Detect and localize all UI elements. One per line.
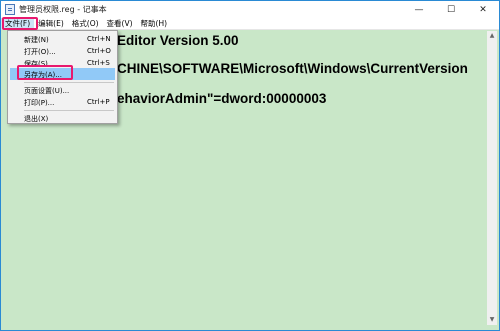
scroll-up-icon[interactable]: ▲ — [487, 31, 497, 41]
menu-separator — [24, 110, 114, 111]
menu-item-page-setup-label: 页面设置(U)... — [24, 87, 70, 95]
editor-line-2: CHINE\SOFTWARE\Microsoft\Windows\Current… — [117, 61, 468, 76]
menu-item-print[interactable]: 打印(P)... Ctrl+P — [10, 96, 115, 108]
title-bar[interactable]: 管理员权限.reg - 记事本 — ☐ ✕ — [1, 1, 499, 18]
file-menu-highlight-box — [2, 17, 38, 30]
menu-help[interactable]: 帮助(H) — [137, 18, 172, 30]
menu-item-new-shortcut: Ctrl+N — [87, 35, 111, 43]
menu-item-exit-label: 退出(X) — [24, 115, 49, 123]
menu-separator — [24, 82, 114, 83]
minimize-button[interactable]: — — [403, 1, 435, 18]
menu-item-print-label: 打印(P)... — [24, 99, 55, 107]
menu-item-exit[interactable]: 退出(X) — [10, 112, 115, 124]
menu-view[interactable]: 查看(V) — [103, 18, 137, 30]
menu-item-open[interactable]: 打开(O)... Ctrl+O — [10, 45, 115, 57]
menu-item-new[interactable]: 新建(N) Ctrl+N — [10, 33, 115, 45]
scroll-down-icon[interactable]: ▼ — [487, 315, 497, 325]
maximize-button[interactable]: ☐ — [435, 1, 467, 18]
save-as-highlight-box — [17, 65, 73, 80]
editor-line-3: ehaviorAdmin"=dword:00000003 — [117, 91, 327, 106]
menu-item-save-shortcut: Ctrl+S — [87, 59, 110, 67]
vertical-scrollbar[interactable]: ▲ ▼ — [487, 31, 497, 325]
close-button[interactable]: ✕ — [467, 1, 499, 18]
menu-item-page-setup[interactable]: 页面设置(U)... — [10, 84, 115, 96]
menu-format[interactable]: 格式(O) — [68, 18, 103, 30]
menu-bar: 文件(F) 编辑(E) 格式(O) 查看(V) 帮助(H) — [1, 17, 499, 30]
window-title: 管理员权限.reg - 记事本 — [19, 5, 107, 14]
menu-item-print-shortcut: Ctrl+P — [87, 98, 110, 106]
notepad-window: 管理员权限.reg - 记事本 — ☐ ✕ 文件(F) 编辑(E) 格式(O) … — [0, 0, 500, 331]
menu-edit[interactable]: 编辑(E) — [34, 18, 68, 30]
menu-item-open-shortcut: Ctrl+O — [87, 47, 111, 55]
notepad-app-icon — [5, 4, 15, 15]
menu-item-new-label: 新建(N) — [24, 36, 49, 44]
menu-item-open-label: 打开(O)... — [24, 48, 56, 56]
editor-line-1: Editor Version 5.00 — [117, 33, 239, 48]
window-controls: — ☐ ✕ — [403, 1, 499, 18]
